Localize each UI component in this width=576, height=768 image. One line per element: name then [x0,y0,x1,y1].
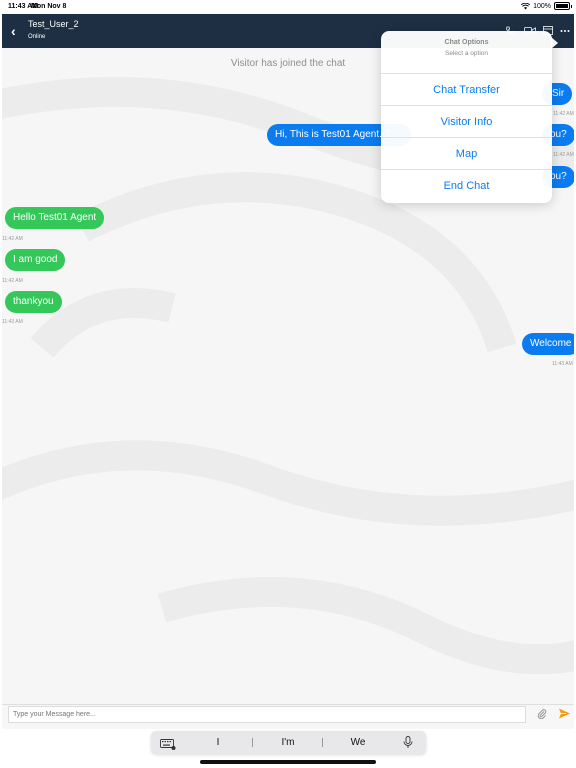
message-composer [2,704,574,729]
message-time: 11:42 AM [2,278,23,284]
microphone-icon[interactable] [403,736,413,754]
end-chat-option[interactable]: End Chat [381,169,552,201]
suggestion-divider [252,738,253,747]
suggestion-divider [322,738,323,747]
message-bubble: Hello Test01 Agent [5,207,105,229]
battery-percent: 100% [533,2,551,10]
message-bubble: Welcome [522,333,574,355]
popover-arrow [551,37,558,49]
chat-options-popover: Chat Options Select a option Chat Transf… [381,31,558,203]
keyboard-icon[interactable] [160,737,176,755]
message-bubble: I am good [5,249,66,271]
visitor-info-option[interactable]: Visitor Info [381,105,552,137]
status-date: Mon Nov 8 [31,3,67,10]
home-indicator[interactable] [200,760,376,764]
wifi-icon [521,2,531,9]
status-right: 100% [521,2,572,10]
suggestion-1[interactable]: I [188,731,248,754]
more-icon[interactable] [560,26,570,35]
back-icon[interactable]: ‹ [11,23,16,39]
map-option[interactable]: Map [381,137,552,169]
status-bar: 11:43 AM Mon Nov 8 100% [0,0,576,14]
message-time: 11:42 AM [553,111,574,117]
popover-subtitle: Select a option [444,50,488,57]
suggestion-3[interactable]: We [328,731,388,754]
popover-title: Chat Options [444,39,489,46]
contact-status: Online [28,34,46,40]
popover-header: Chat Options Select a option [381,31,552,73]
message-time: 11:42 AM [2,236,23,242]
paperclip-icon[interactable] [537,709,547,722]
suggestion-2[interactable]: I'm [258,731,318,754]
keyboard-suggestion-bar: I I'm We [151,731,426,754]
battery-icon [554,2,572,10]
message-time: 11:43 AM [552,361,573,367]
send-icon[interactable] [558,707,571,725]
message-bubble: thankyou [5,291,62,313]
message-time: 11:42 AM [553,152,574,158]
contact-name: Test_User_2 [28,19,79,29]
message-time: 11:43 AM [2,319,23,325]
chat-transfer-option[interactable]: Chat Transfer [381,73,552,105]
message-input[interactable] [8,706,526,723]
